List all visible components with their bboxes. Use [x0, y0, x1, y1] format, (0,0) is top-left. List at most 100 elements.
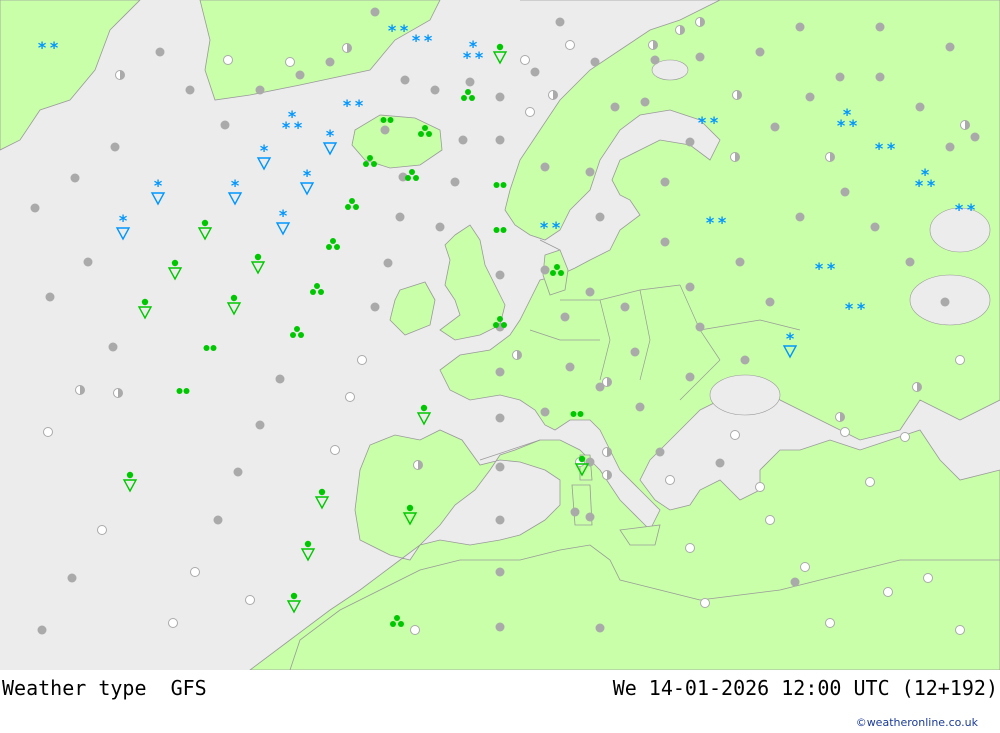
overcast-icon — [67, 573, 77, 583]
snow-icon: * — [915, 176, 924, 195]
overcast-icon — [695, 52, 705, 62]
overcast-icon — [595, 623, 605, 633]
overcast-icon — [458, 135, 468, 145]
rain-shower-icon — [230, 294, 238, 302]
rain-shower-icon — [201, 219, 209, 227]
drizzle-icon — [570, 411, 577, 417]
overcast-icon — [220, 120, 230, 130]
clear-icon — [525, 107, 535, 117]
overcast-icon — [770, 122, 780, 132]
overcast-icon — [560, 312, 570, 322]
snow-icon: * — [424, 31, 433, 50]
clear-icon — [800, 562, 810, 572]
snow-icon: * — [967, 200, 976, 219]
valid-time: We 14-01-2026 12:00 UTC (12+192) — [612, 676, 998, 700]
overcast-icon — [395, 212, 405, 222]
showers-icon — [394, 615, 400, 621]
overcast-icon — [715, 458, 725, 468]
overcast-icon — [740, 355, 750, 365]
overcast-icon — [620, 302, 630, 312]
clear-icon — [883, 587, 893, 597]
clear-icon — [285, 57, 295, 67]
overcast-icon — [660, 177, 670, 187]
snow-icon: * — [815, 259, 824, 278]
overcast-icon — [530, 67, 540, 77]
clear-icon — [730, 430, 740, 440]
overcast-icon — [595, 212, 605, 222]
drizzle-icon — [380, 117, 387, 123]
snow-icon: * — [463, 48, 472, 67]
overcast-icon — [570, 507, 580, 517]
snow-icon: * — [154, 176, 163, 195]
overcast-icon — [655, 447, 665, 457]
overcast-icon — [430, 85, 440, 95]
clear-icon — [410, 625, 420, 635]
overcast-icon — [435, 222, 445, 232]
clear-icon — [865, 477, 875, 487]
overcast-icon — [465, 77, 475, 87]
overcast-icon — [585, 167, 595, 177]
snow-icon: * — [845, 299, 854, 318]
overcast-icon — [755, 47, 765, 57]
snow-icon: * — [294, 118, 303, 137]
snow-icon: * — [388, 21, 397, 40]
overcast-icon — [790, 577, 800, 587]
snow-icon: * — [260, 141, 269, 160]
showers-icon — [409, 169, 415, 175]
snow-icon: * — [475, 48, 484, 67]
overcast-icon — [255, 420, 265, 430]
clear-icon — [755, 482, 765, 492]
rain-shower-icon — [318, 488, 326, 496]
overcast-icon — [585, 512, 595, 522]
clear-icon — [168, 618, 178, 628]
overcast-icon — [495, 367, 505, 377]
drizzle-icon — [176, 388, 183, 394]
snow-icon: * — [412, 31, 421, 50]
overcast-icon — [795, 212, 805, 222]
clear-icon — [357, 355, 367, 365]
clear-icon — [43, 427, 53, 437]
clear-icon — [345, 392, 355, 402]
overcast-icon — [695, 322, 705, 332]
credit-link[interactable]: ©weatheronline.co.uk — [856, 716, 978, 729]
overcast-icon — [213, 515, 223, 525]
clear-icon — [840, 427, 850, 437]
overcast-icon — [233, 467, 243, 477]
clear-icon — [685, 543, 695, 553]
overcast-icon — [495, 270, 505, 280]
showers-icon — [465, 89, 471, 95]
clear-icon — [955, 355, 965, 365]
showers-icon — [554, 264, 560, 270]
overcast-icon — [495, 462, 505, 472]
snow-icon: * — [827, 259, 836, 278]
overcast-icon — [380, 125, 390, 135]
showers-icon — [422, 125, 428, 131]
snow-icon: * — [849, 116, 858, 135]
overcast-icon — [495, 92, 505, 102]
overcast-icon — [45, 292, 55, 302]
overcast-icon — [37, 625, 47, 635]
drizzle-icon — [203, 345, 210, 351]
overcast-icon — [110, 142, 120, 152]
overcast-icon — [108, 342, 118, 352]
clear-icon — [900, 432, 910, 442]
snow-icon: * — [50, 38, 59, 57]
overcast-icon — [495, 413, 505, 423]
snow-icon: * — [326, 126, 335, 145]
overcast-icon — [735, 257, 745, 267]
snow-icon: * — [698, 113, 707, 132]
showers-icon — [349, 198, 355, 204]
showers-icon — [330, 238, 336, 244]
overcast-icon — [870, 222, 880, 232]
overcast-icon — [540, 162, 550, 172]
overcast-icon — [635, 402, 645, 412]
overcast-icon — [70, 173, 80, 183]
snow-icon: * — [837, 116, 846, 135]
rain-shower-icon — [126, 471, 134, 479]
overcast-icon — [555, 17, 565, 27]
overcast-icon — [915, 102, 925, 112]
overcast-icon — [835, 72, 845, 82]
overcast-icon — [795, 22, 805, 32]
snow-icon: * — [927, 176, 936, 195]
clear-icon — [765, 515, 775, 525]
